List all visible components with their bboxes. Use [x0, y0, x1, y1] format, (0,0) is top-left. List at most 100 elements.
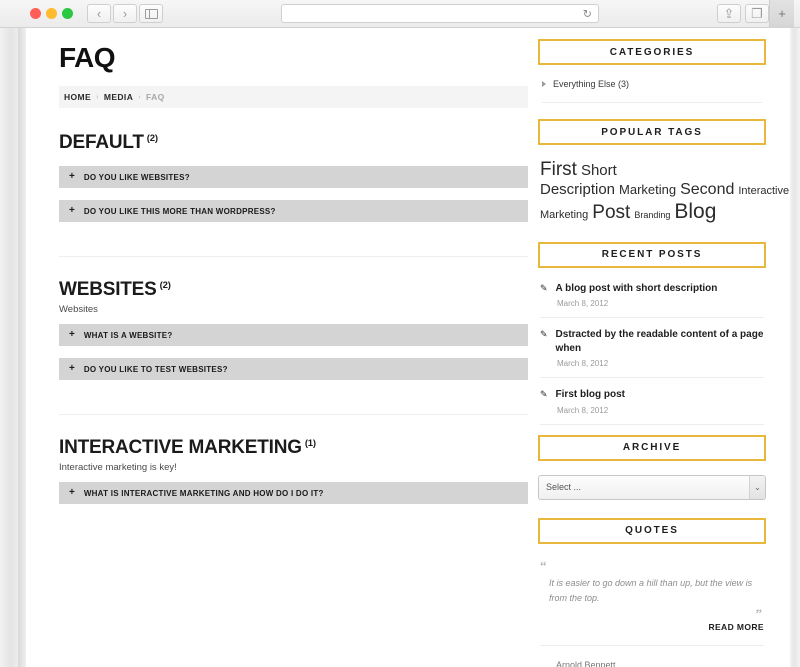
show-tabs-button[interactable]: ❐: [745, 4, 769, 23]
faq-accordion-item[interactable]: + WHAT IS A WEBSITE?: [59, 324, 528, 346]
breadcrumb-item-media[interactable]: MEDIA: [104, 92, 133, 102]
recent-post-item[interactable]: ✎ First blog post March 8, 2012: [540, 388, 764, 425]
faq-item-label: DO YOU LIKE THIS MORE THAN WORDPRESS?: [83, 206, 276, 216]
address-bar-container: ↻: [163, 4, 717, 23]
faq-group-default: DEFAULT (2) + DO YOU LIKE WEBSITES? + DO …: [59, 132, 528, 257]
archive-select[interactable]: Select ... ⌄: [538, 474, 766, 500]
faq-item-label: WHAT IS INTERACTIVE MARKETING AND HOW DO…: [83, 488, 324, 498]
triangle-right-icon: [542, 81, 546, 87]
recent-post-title: Dstracted by the readable content of a p…: [555, 329, 764, 354]
recent-post-date: March 8, 2012: [557, 405, 609, 415]
sidebar: CATEGORIES Everything Else (3) POPULAR T…: [528, 28, 790, 667]
expand-plus-icon: +: [69, 363, 75, 374]
faq-item-label: DO YOU LIKE TO TEST WEBSITES?: [83, 364, 228, 374]
breadcrumb-item-faq: FAQ: [145, 92, 165, 102]
expand-plus-icon: +: [69, 205, 75, 216]
sidebar-toggle-icon: [144, 8, 158, 19]
tag-link[interactable]: Marketing: [619, 182, 676, 197]
faq-group-interactive-marketing: INTERACTIVE MARKETING (1) Interactive mar…: [59, 437, 528, 504]
faq-accordion-item[interactable]: + DO YOU LIKE TO TEST WEBSITES?: [59, 358, 528, 380]
archive-select-value: Select ...: [546, 482, 582, 493]
widget-archive: ARCHIVE Select ... ⌄: [538, 434, 766, 500]
navigation-buttons[interactable]: ‹ ›: [87, 4, 163, 23]
window-controls[interactable]: [30, 8, 73, 19]
desktop-background: ‹ › ↻ ⇪ ❐ + FAQ HOME › MEDIA › FAQ DEFAU…: [0, 0, 800, 667]
widget-title-recent-posts: RECENT POSTS: [538, 241, 766, 268]
page-viewport: FAQ HOME › MEDIA › FAQ DEFAULT (2) + DO …: [26, 28, 790, 667]
widget-categories: CATEGORIES Everything Else (3): [538, 39, 766, 103]
category-item[interactable]: Everything Else (3): [542, 79, 762, 103]
browser-toolbar: ‹ › ↻ ⇪ ❐ +: [0, 0, 800, 28]
widget-popular-tags: POPULAR TAGS First Short Description Marke…: [538, 119, 789, 224]
breadcrumb-separator: ›: [96, 93, 99, 101]
window-left-edge: [0, 20, 26, 667]
faq-group-description: Interactive marketing is key!: [59, 462, 177, 473]
breadcrumb-item-home[interactable]: HOME: [64, 92, 91, 102]
recent-post-date: March 8, 2012: [557, 299, 609, 309]
widget-recent-posts: RECENT POSTS ✎ A blog post with short de…: [538, 241, 766, 425]
faq-group-title-text: WEBSITES: [59, 279, 157, 300]
sidebar-toggle-button[interactable]: [139, 4, 163, 23]
recent-post-date: March 8, 2012: [557, 359, 609, 369]
faq-group-title-text: DEFAULT: [59, 132, 144, 153]
widget-title-categories: CATEGORIES: [538, 39, 766, 65]
category-item-label: Everything Else (3): [553, 79, 630, 89]
quote-author: Arnold Bennett: [556, 659, 616, 667]
read-more-link[interactable]: READ MORE: [540, 622, 764, 646]
reload-icon[interactable]: ↻: [583, 7, 592, 20]
chevron-down-icon[interactable]: ⌄: [749, 475, 765, 499]
faq-item-label: DO YOU LIKE WEBSITES?: [83, 172, 190, 182]
toolbar-right-actions: ⇪ ❐: [717, 4, 769, 23]
tag-cloud: First Short Description Marketing Second Int…: [538, 159, 789, 224]
main-content: FAQ HOME › MEDIA › FAQ DEFAULT (2) + DO …: [26, 28, 528, 667]
recent-post-item[interactable]: ✎ Dstracted by the readable content of a…: [540, 328, 764, 379]
recent-post-title: A blog post with short description: [555, 282, 718, 294]
faq-accordion-item[interactable]: + DO YOU LIKE THIS MORE THAN WORDPRESS?: [59, 200, 528, 222]
window-right-edge: [790, 28, 800, 667]
faq-group-websites: WEBSITES (2) Websites + WHAT IS A WEBSITE…: [59, 279, 528, 415]
quote-close-icon: ”: [755, 605, 763, 621]
recent-post-title: First blog post: [555, 389, 625, 401]
faq-accordion-item[interactable]: + WHAT IS INTERACTIVE MARKETING AND HOW …: [59, 482, 528, 504]
quote-open-icon: “: [540, 557, 547, 573]
faq-group-count: (2): [159, 279, 171, 291]
faq-group-title: INTERACTIVE MARKETING (1): [59, 437, 528, 459]
widget-title-quotes: QUOTES: [538, 517, 766, 544]
pencil-icon: ✎: [540, 329, 548, 340]
expand-plus-icon: +: [69, 487, 75, 498]
tag-link[interactable]: Second: [680, 181, 734, 198]
quote-block: “ It is easier to go down a hill than up…: [538, 558, 766, 667]
recent-post-list: ✎ A blog post with short description Mar…: [538, 282, 766, 425]
pencil-icon: ✎: [540, 282, 548, 293]
forward-button[interactable]: ›: [113, 4, 137, 23]
tag-link[interactable]: Branding: [634, 210, 670, 220]
faq-group-count: (1): [304, 437, 316, 449]
faq-group-title-text: INTERACTIVE MARKETING: [59, 437, 302, 458]
expand-plus-icon: +: [69, 329, 75, 340]
back-button[interactable]: ‹: [87, 4, 111, 23]
new-tab-button[interactable]: +: [769, 0, 794, 27]
widget-title-archive: ARCHIVE: [538, 434, 766, 461]
breadcrumb: HOME › MEDIA › FAQ: [59, 86, 528, 108]
address-bar[interactable]: ↻: [281, 4, 599, 23]
maximize-window-button[interactable]: [62, 8, 73, 19]
faq-accordion-item[interactable]: + DO YOU LIKE WEBSITES?: [59, 166, 528, 188]
tag-link[interactable]: Post: [592, 202, 630, 223]
faq-group-title: WEBSITES (2): [59, 279, 528, 301]
recent-post-item[interactable]: ✎ A blog post with short description Mar…: [540, 282, 764, 319]
close-window-button[interactable]: [30, 8, 41, 19]
faq-group-title: DEFAULT (2): [59, 132, 528, 154]
quote-text: It is easier to go down a hill than up, …: [549, 577, 753, 604]
breadcrumb-separator: ›: [138, 93, 141, 101]
pencil-icon: ✎: [540, 389, 548, 400]
page-title: FAQ: [59, 42, 116, 73]
faq-group-description: Websites: [59, 304, 98, 315]
category-list: Everything Else (3): [538, 79, 766, 103]
widget-title-popular-tags: POPULAR TAGS: [538, 119, 766, 145]
faq-item-label: WHAT IS A WEBSITE?: [83, 330, 173, 340]
share-button[interactable]: ⇪: [717, 4, 741, 23]
minimize-window-button[interactable]: [46, 8, 57, 19]
tag-link[interactable]: First: [540, 159, 577, 180]
expand-plus-icon: +: [69, 171, 75, 182]
tag-link[interactable]: Blog: [674, 200, 716, 223]
